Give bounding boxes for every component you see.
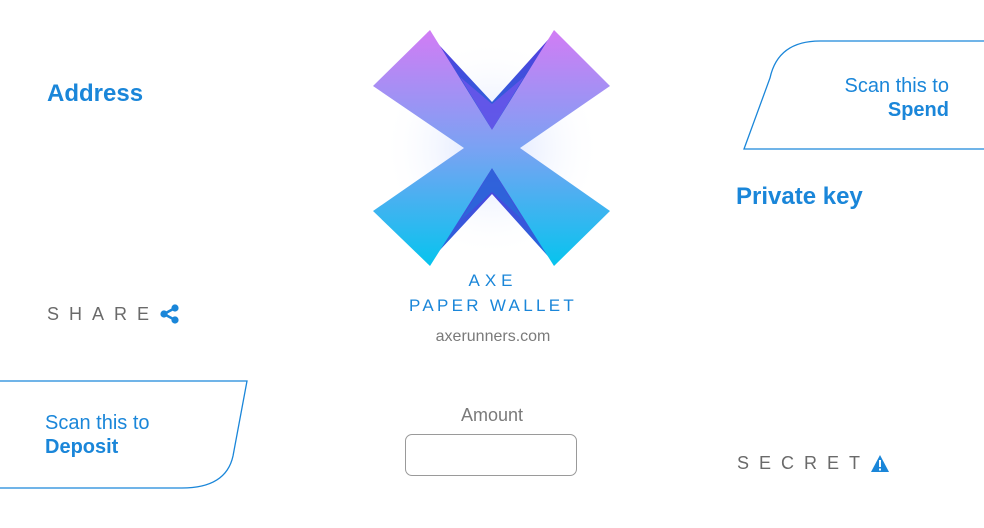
amount-label: Amount — [460, 405, 524, 425]
wallet-title-line2: PAPER WALLET — [408, 296, 578, 315]
axe-x-logo — [373, 30, 610, 266]
warning-icon — [870, 454, 890, 473]
address-label: Address — [47, 80, 144, 107]
private-key-label: Private key — [736, 183, 863, 210]
deposit-line2: Deposit — [45, 436, 119, 458]
share-section[interactable]: SHARE — [47, 303, 181, 325]
deposit-card: Scan this to Deposit — [45, 411, 150, 459]
secret-section: SECRET — [737, 453, 890, 474]
deposit-line1: Scan this to — [45, 412, 150, 434]
spend-line2: Spend — [887, 99, 949, 121]
wallet-title-line1: AXE — [468, 271, 518, 290]
spend-line1: Scan this to — [844, 75, 949, 97]
website-link[interactable]: axerunners.com — [402, 328, 584, 346]
spend-card: Scan this to Spend — [844, 74, 949, 122]
share-icon[interactable] — [159, 303, 181, 325]
secret-label: SECRET — [737, 453, 871, 473]
share-label: SHARE — [47, 303, 160, 324]
amount-input[interactable] — [405, 434, 577, 476]
